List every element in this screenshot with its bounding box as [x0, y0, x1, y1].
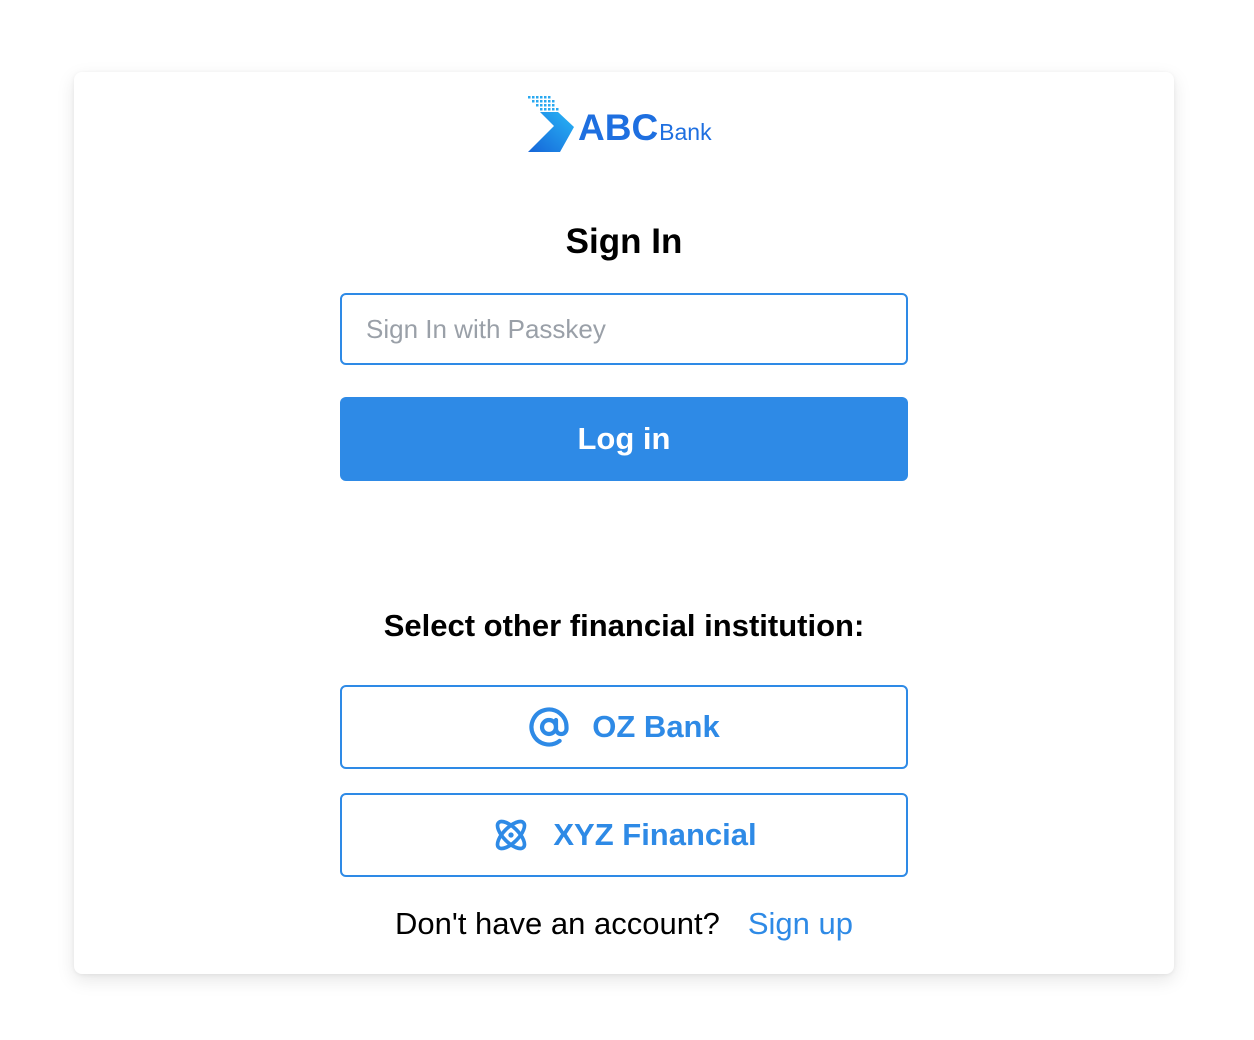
logo-brand-sub: Bank: [659, 119, 712, 145]
xyz-financial-label: XYZ Financial: [553, 817, 757, 852]
atom-icon: [491, 815, 531, 855]
xyz-financial-button[interactable]: XYZ Financial: [340, 793, 908, 877]
at-sign-icon: [528, 706, 570, 748]
signin-card: ABCBank Sign In Log in Select other fina…: [74, 72, 1174, 974]
abc-bank-logo: ABCBank: [526, 94, 726, 154]
page-title: Sign In: [565, 222, 683, 261]
logo-wordmark: ABCBank: [578, 107, 712, 149]
signup-prompt-text: Don't have an account?: [395, 906, 720, 941]
oz-bank-label: OZ Bank: [592, 709, 720, 744]
abc-bank-logo-icon: [528, 96, 574, 152]
logo-brand-main: ABC: [578, 107, 659, 148]
passkey-input[interactable]: [340, 293, 908, 365]
signup-prompt: Don't have an account? Sign up: [74, 906, 1174, 942]
institution-heading: Select other financial institution:: [383, 608, 865, 643]
oz-bank-button[interactable]: OZ Bank: [340, 685, 908, 769]
signup-link[interactable]: Sign up: [748, 906, 853, 941]
login-button[interactable]: Log in: [340, 397, 908, 481]
